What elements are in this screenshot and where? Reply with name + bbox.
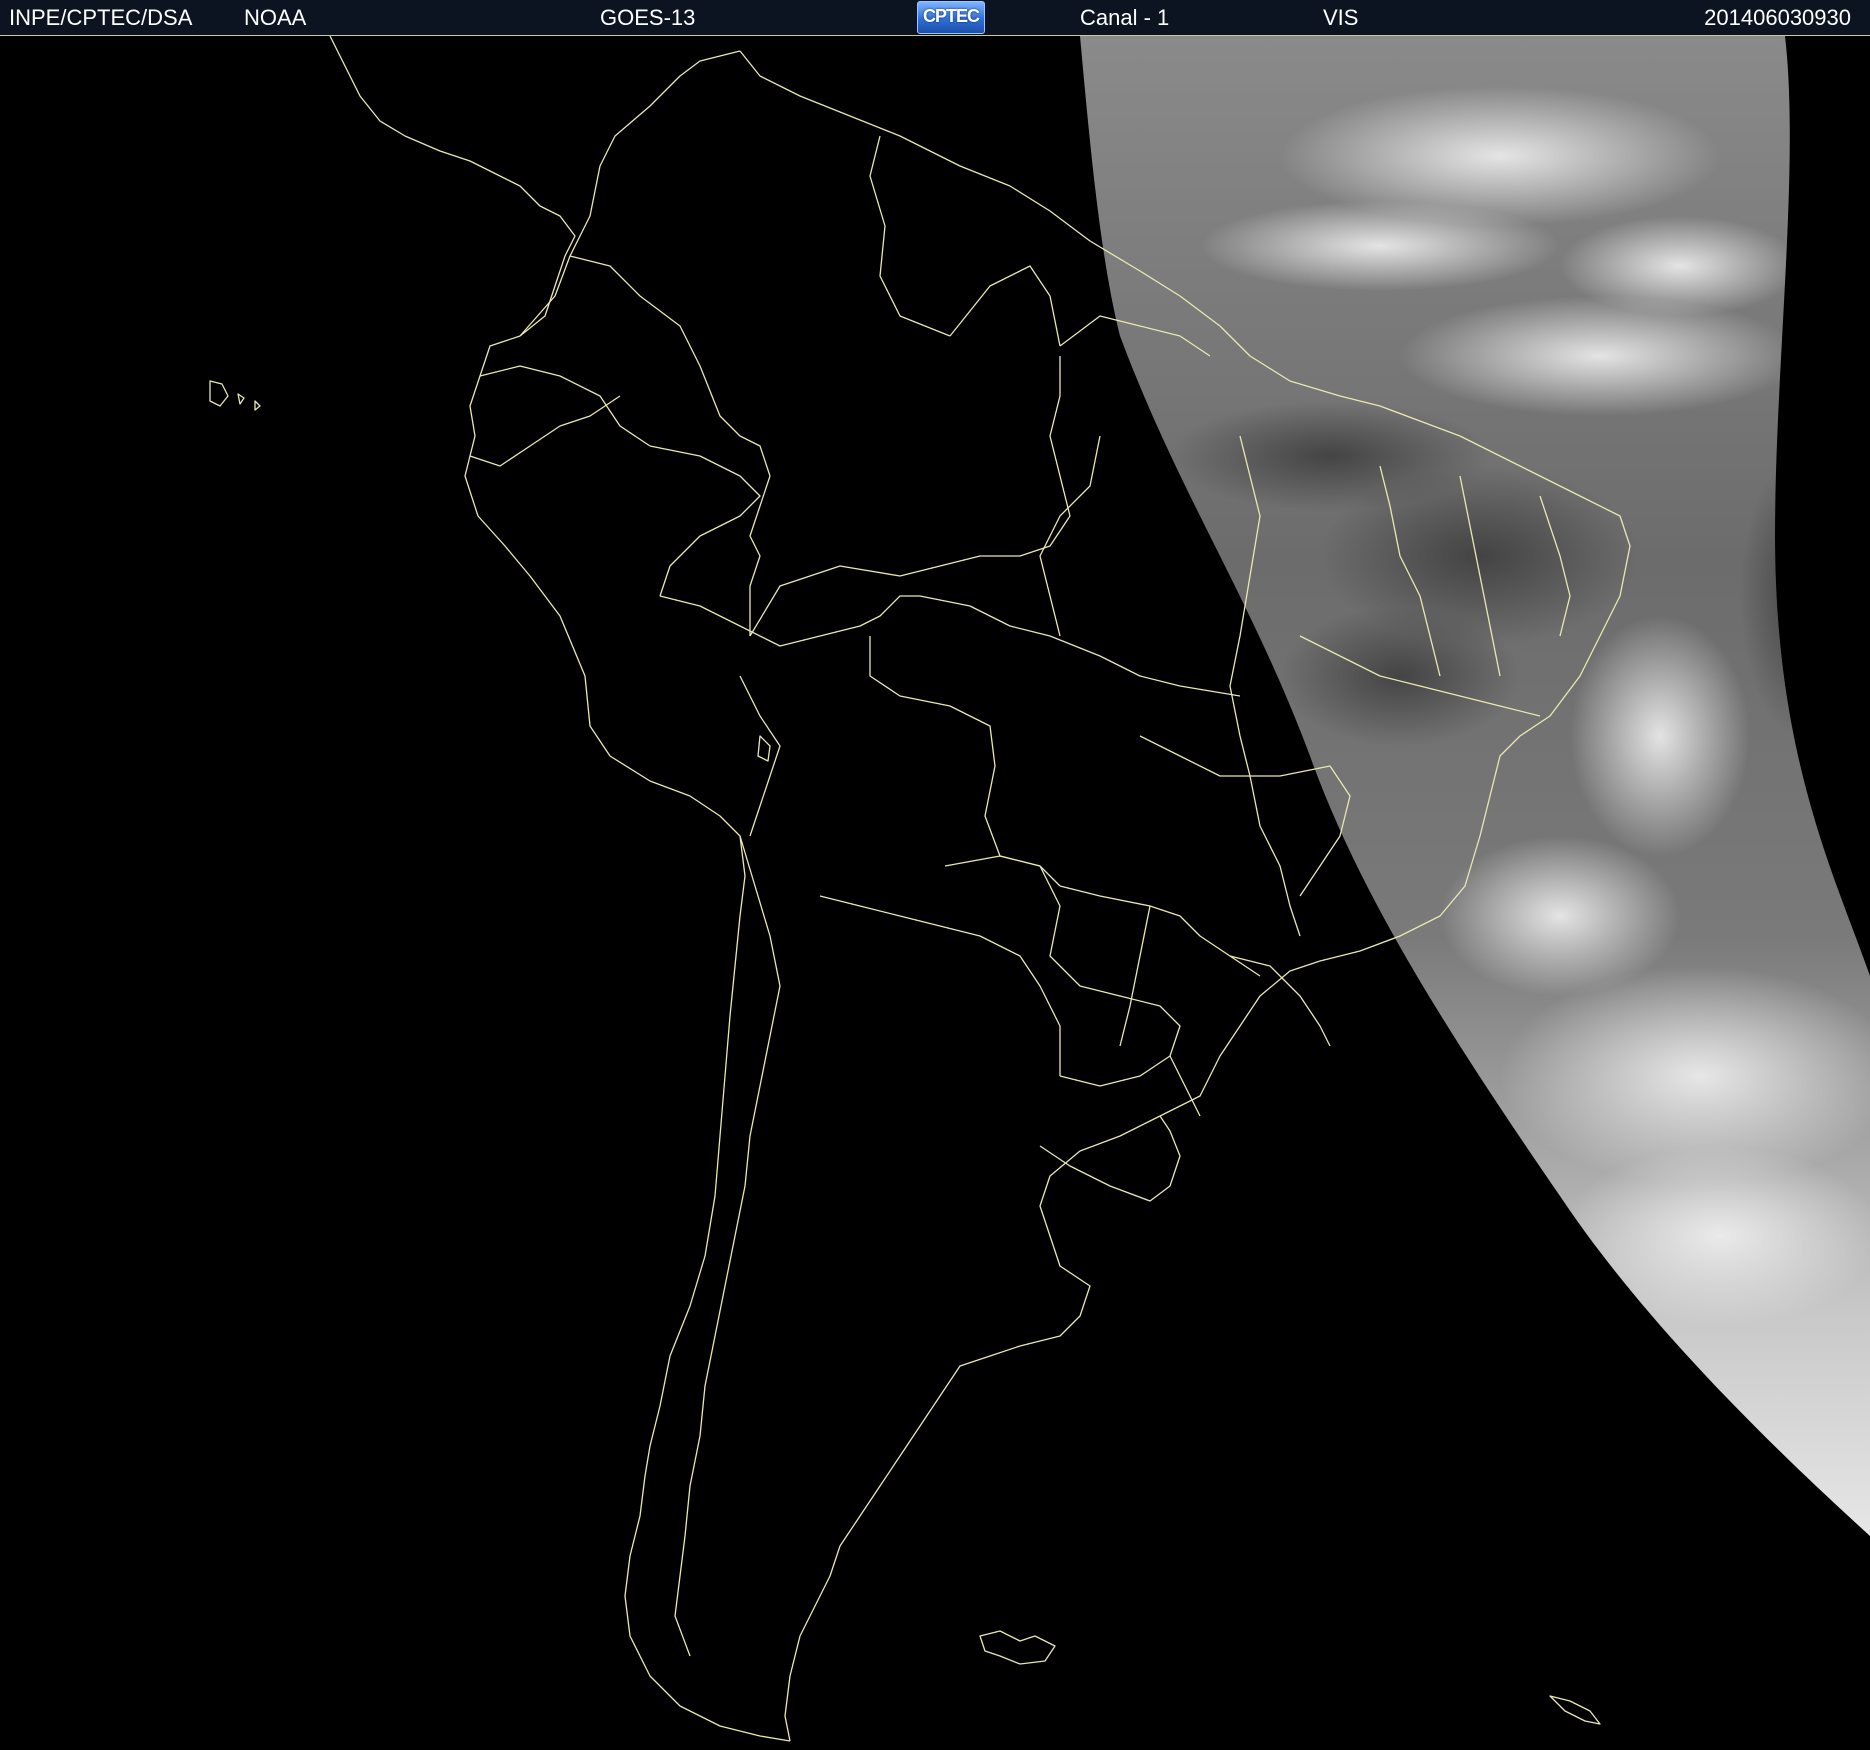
- agency-label: INPE/CPTEC/DSA: [9, 5, 193, 30]
- border-peru-brazil: [659, 595, 920, 647]
- south-america-west-coast: [464, 335, 791, 1742]
- border-bolivia-argentina: [819, 895, 1061, 1076]
- border-argentina-brazil: [1169, 1055, 1201, 1117]
- channel-label: Canal - 1: [1080, 5, 1170, 30]
- brazil-state-line-14: [1119, 905, 1151, 1047]
- border-argentina-chile: [674, 835, 781, 1657]
- daylight-cloud-field: [1080, 36, 1870, 1536]
- border-colombia-ecuador: [479, 365, 651, 447]
- brazil-state-line-2: [919, 595, 1241, 697]
- border-bolivia-paraguay: [944, 855, 1041, 867]
- timestamp-label: 201406030930: [1704, 5, 1851, 30]
- border-venezuela-guyana: [869, 135, 951, 337]
- border-guyana-suriname: [949, 265, 1061, 347]
- brazil-state-line-3: [1039, 435, 1101, 637]
- south-georgia: [1549, 1695, 1601, 1725]
- brazil-state-line-13: [1229, 955, 1331, 1047]
- border-paraguay: [1039, 865, 1181, 1087]
- header-bar: INPE/CPTEC/DSA NOAA GOES-13 CPTEC Canal …: [0, 0, 1870, 36]
- brazil-state-line-6: [1249, 775, 1301, 937]
- border-colombia-brazil: [749, 475, 771, 636]
- cptec-logo: CPTEC: [917, 1, 985, 34]
- map-canvas: [209, 36, 1870, 1742]
- logo-text: CPTEC: [922, 6, 980, 26]
- border-peru-bolivia: [739, 675, 781, 837]
- lake-titicaca: [757, 735, 771, 762]
- border-uruguay: [1039, 1115, 1181, 1202]
- border-colombia-venezuela: [569, 255, 771, 477]
- brazil-state-line-1: [749, 356, 1071, 637]
- source-label: NOAA: [244, 5, 307, 30]
- satellite-label: GOES-13: [600, 5, 696, 30]
- brazil-state-line-11: [1139, 735, 1331, 777]
- border-bolivia-brazil: [869, 636, 1061, 887]
- galapagos-islands: [209, 380, 261, 411]
- border-colombia-peru: [649, 445, 761, 597]
- satellite-image: [0, 36, 1870, 1750]
- brazil-state-line-5: [1059, 885, 1261, 977]
- falkland-islands: [979, 1630, 1056, 1665]
- border-ecuador-peru: [469, 395, 621, 467]
- band-label: VIS: [1323, 5, 1359, 30]
- central-america-coast: [329, 36, 576, 337]
